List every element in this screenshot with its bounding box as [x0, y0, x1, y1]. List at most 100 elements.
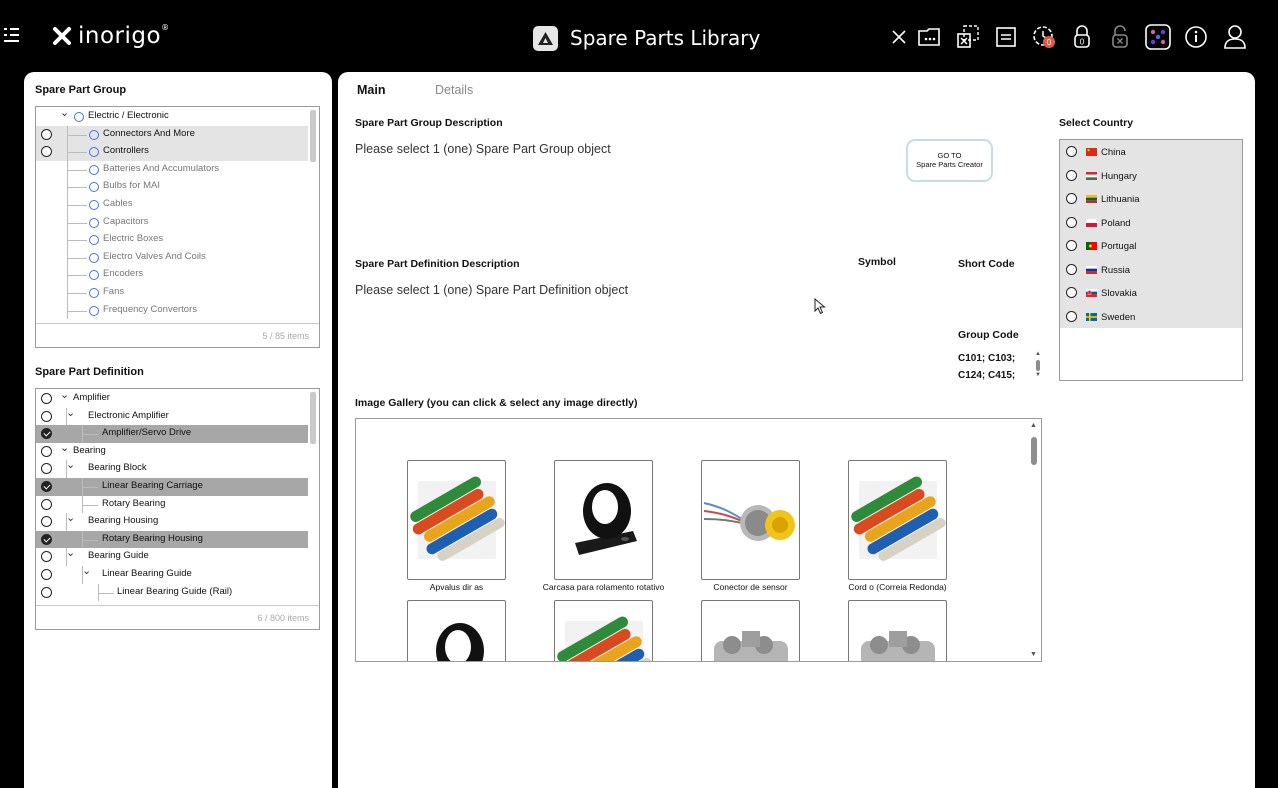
- spare-part-definition-title: Spare Part Definition: [35, 366, 144, 378]
- definition-radio[interactable]: [41, 569, 52, 580]
- image-gallery[interactable]: ▲ ▼ Apvalus dir as Carcasa para rolamento…: [355, 418, 1042, 662]
- gallery-image[interactable]: [848, 600, 947, 661]
- checked-circle-icon[interactable]: [41, 428, 52, 440]
- mouse-cursor-icon: [814, 298, 826, 315]
- user-icon[interactable]: [1220, 22, 1250, 52]
- country-item-sweden[interactable]: Sweden: [1060, 305, 1242, 329]
- chevron-down-icon[interactable]: ⌄: [60, 441, 69, 454]
- unlock-icon[interactable]: [1105, 22, 1135, 52]
- gallery-image[interactable]: [407, 600, 506, 661]
- group-tree-row[interactable]: Bulbs for MAI: [36, 178, 308, 196]
- group-tree-row[interactable]: Electro Valves And Coils: [36, 248, 308, 267]
- tab-details[interactable]: Details: [435, 83, 473, 97]
- gallery-image[interactable]: [701, 460, 800, 580]
- checked-circle-icon[interactable]: [41, 533, 52, 545]
- tab-main[interactable]: Main: [357, 83, 385, 97]
- spare-part-group-tree[interactable]: 5 / 85 items ⌄ Electric / Electronic Conne…: [35, 106, 320, 348]
- definition-tree-row[interactable]: ⌄ Bearing Guide: [36, 546, 308, 566]
- group-tree-row[interactable]: Electric Boxes: [36, 231, 308, 249]
- definition-tree-row[interactable]: Amplifier/Servo Drive: [36, 425, 308, 443]
- country-radio[interactable]: [1066, 263, 1077, 275]
- definition-tree-row[interactable]: ⌄ Bearing: [36, 441, 308, 461]
- colored-round-belts-image: [851, 476, 946, 561]
- goto-spare-parts-creator-button[interactable]: GO TO Spare Parts Creator: [906, 139, 993, 182]
- black-bearing-housing-image: [575, 483, 637, 555]
- definition-radio[interactable]: [41, 586, 52, 598]
- gallery-image[interactable]: [554, 460, 653, 580]
- country-item-poland[interactable]: Poland: [1060, 211, 1242, 235]
- spare-part-definition-tree[interactable]: 6 / 800 items ⌄ Amplifier ⌄ Electronic Ampl…: [35, 388, 320, 630]
- group-tree-row[interactable]: Fans: [36, 284, 308, 302]
- gallery-image[interactable]: [407, 460, 506, 580]
- country-radio[interactable]: [1066, 146, 1077, 157]
- country-radio[interactable]: [1066, 287, 1077, 298]
- country-item-portugal[interactable]: Portugal: [1060, 234, 1242, 258]
- definition-radio[interactable]: [41, 393, 52, 404]
- gallery-image[interactable]: [701, 600, 800, 661]
- group-code-scrollbar[interactable]: ▲ ▼: [1033, 351, 1043, 381]
- group-tree-scrollbar[interactable]: [310, 110, 316, 162]
- group-tree-row[interactable]: Cables: [36, 196, 308, 214]
- gallery-image[interactable]: [554, 600, 653, 661]
- definition-tree-row[interactable]: Linear Bearing Carriage: [36, 478, 308, 496]
- country-radio[interactable]: [1066, 193, 1077, 204]
- document-icon[interactable]: [991, 22, 1021, 52]
- country-item-russia[interactable]: Russia: [1060, 258, 1242, 282]
- gallery-image[interactable]: [848, 460, 947, 580]
- group-radio[interactable]: [41, 146, 52, 158]
- country-item-slovakia[interactable]: Slovakia: [1060, 281, 1242, 305]
- checked-circle-icon[interactable]: [41, 481, 52, 492]
- group-tree-row[interactable]: Controllers: [36, 143, 308, 161]
- apps-grid-icon[interactable]: [1143, 22, 1173, 52]
- definition-tree-row[interactable]: Rotary Bearing: [36, 495, 308, 514]
- folder-icon[interactable]: [915, 22, 945, 52]
- group-radio[interactable]: [41, 128, 52, 140]
- definition-tree-row[interactable]: Rotary Bearing Housing: [36, 530, 308, 549]
- chevron-down-icon[interactable]: ⌄: [66, 458, 75, 471]
- definition-tree-row[interactable]: ⌄ Amplifier: [36, 389, 308, 408]
- country-radio[interactable]: [1066, 310, 1077, 322]
- definition-tree-scrollbar[interactable]: [310, 392, 316, 444]
- chevron-down-icon[interactable]: ⌄: [60, 389, 69, 401]
- definition-tree-row[interactable]: ⌄ Bearing Block: [36, 458, 308, 478]
- chevron-down-icon[interactable]: ⌄: [82, 564, 91, 577]
- chevron-down-icon[interactable]: ⌄: [66, 546, 75, 559]
- colored-round-belts-image: [557, 616, 652, 661]
- menu-icon[interactable]: [4, 26, 20, 46]
- gallery-scrollbar[interactable]: ▲ ▼: [1027, 419, 1041, 661]
- definition-radio[interactable]: [41, 445, 52, 457]
- definition-radio[interactable]: [41, 516, 52, 528]
- chevron-down-icon[interactable]: ⌄: [66, 406, 75, 419]
- country-item-lithuania[interactable]: Lithuania: [1060, 187, 1242, 211]
- country-item-china[interactable]: China: [1060, 140, 1242, 164]
- definition-tree-row[interactable]: Linear Bearing Guide (Rail): [36, 583, 308, 602]
- group-tree-row[interactable]: Encoders: [36, 266, 308, 284]
- definition-tree-row[interactable]: ⌄ Bearing Housing: [36, 511, 308, 531]
- definition-radio[interactable]: [41, 463, 52, 475]
- group-node-icon: [89, 217, 99, 228]
- definition-radio[interactable]: [41, 498, 52, 510]
- country-name: Hungary: [1101, 170, 1137, 182]
- lock-icon[interactable]: 0: [1067, 22, 1097, 52]
- definition-tree-row[interactable]: ⌄ Linear Bearing Guide: [36, 564, 308, 584]
- chevron-down-icon[interactable]: ⌄: [66, 511, 75, 524]
- group-tree-row[interactable]: Capacitors: [36, 213, 308, 232]
- country-radio[interactable]: [1066, 169, 1077, 181]
- chevron-down-icon[interactable]: ⌄: [60, 107, 69, 119]
- close-icon[interactable]: [884, 22, 914, 52]
- group-tree-row[interactable]: Frequency Convertors: [36, 301, 308, 320]
- group-tree-row[interactable]: ⌄ Electric / Electronic: [36, 107, 308, 126]
- group-tree-row[interactable]: Connectors And More: [36, 125, 308, 144]
- country-list[interactable]: China Hungary Lithuania Poland Portugal Russi…: [1059, 139, 1243, 381]
- select-area-icon[interactable]: [953, 22, 983, 52]
- definition-tree-label: Amplifier: [73, 392, 110, 403]
- country-item-hungary[interactable]: Hungary: [1060, 164, 1242, 188]
- definition-radio[interactable]: [41, 410, 52, 422]
- definition-tree-row[interactable]: ⌄ Electronic Amplifier: [36, 406, 308, 426]
- definition-radio[interactable]: [41, 551, 52, 563]
- clock-badge-icon[interactable]: 0: [1029, 22, 1059, 52]
- country-radio[interactable]: [1066, 240, 1077, 251]
- country-radio[interactable]: [1066, 216, 1077, 228]
- group-tree-row[interactable]: Batteries And Accumulators: [36, 160, 308, 179]
- info-icon[interactable]: [1181, 22, 1211, 52]
